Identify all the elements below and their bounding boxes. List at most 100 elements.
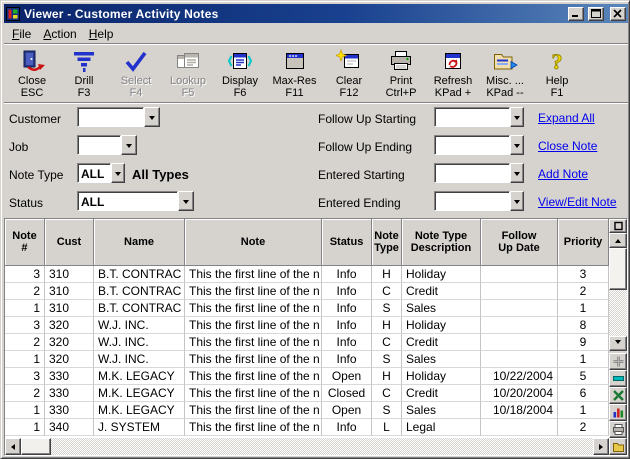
table-row[interactable]: 1310B.T. CONTRACThis the first line of t… xyxy=(5,300,609,317)
close-esc-button[interactable]: Close ESC xyxy=(6,46,58,101)
chevron-down-icon xyxy=(514,200,520,207)
entered-starting-dropdown-button[interactable] xyxy=(510,163,524,183)
grid-corner-button[interactable] xyxy=(609,219,627,233)
cell-name: B.T. CONTRAC xyxy=(94,283,185,300)
follow-up-ending-value[interactable] xyxy=(434,135,510,155)
cell-follow_up_date xyxy=(481,317,558,334)
cell-note_num: 3 xyxy=(5,368,45,385)
drill-f3-button[interactable]: Drill F3 xyxy=(58,46,110,101)
lookup-f5-button[interactable]: Lookup F5 xyxy=(162,46,214,101)
entered-starting-value[interactable] xyxy=(434,163,510,183)
misc-kpad-button[interactable]: Misc. ... KPad -- xyxy=(479,46,531,101)
cell-name: W.J. INC. xyxy=(94,334,185,351)
folder-button[interactable] xyxy=(609,438,627,455)
print-ctrlp-button[interactable]: Print Ctrl+P xyxy=(375,46,427,101)
column-header-follow_up_date[interactable]: Follow Up Date xyxy=(481,219,558,266)
cell-cust: 320 xyxy=(45,317,94,334)
export-excel-button[interactable] xyxy=(609,387,627,404)
minimize-button[interactable] xyxy=(568,7,584,21)
help-f1-button[interactable]: ? Help F1 xyxy=(531,46,583,101)
cell-status: Open xyxy=(322,368,372,385)
follow-up-ending-dropdown-button[interactable] xyxy=(510,135,524,155)
follow-up-starting-value[interactable] xyxy=(434,107,510,127)
cell-status: Info xyxy=(322,419,372,436)
scroll-down-button[interactable] xyxy=(609,336,627,351)
customer-dropdown-button[interactable] xyxy=(144,107,160,127)
adjust-button[interactable] xyxy=(609,353,627,370)
job-value[interactable] xyxy=(77,135,121,155)
max-res-window-icon xyxy=(282,48,308,75)
scroll-up-button[interactable] xyxy=(609,233,627,248)
toolbar: Close ESC Drill F3 Select F4 Lookup F5 xyxy=(4,43,628,103)
vertical-scroll-thumb[interactable] xyxy=(609,248,627,290)
note-type-value[interactable]: ALL xyxy=(77,163,111,183)
cell-follow_up_date: 10/22/2004 xyxy=(481,368,558,385)
column-header-note[interactable]: Note xyxy=(185,219,322,266)
table-row[interactable]: 3320W.J. INC.This the first line of the … xyxy=(5,317,609,334)
display-f6-button[interactable]: Display F6 xyxy=(214,46,266,101)
column-header-status[interactable]: Status xyxy=(322,219,372,266)
select-f4-button[interactable]: Select F4 xyxy=(110,46,162,101)
collapse-button[interactable] xyxy=(609,370,627,387)
entered-ending-dropdown-button[interactable] xyxy=(510,191,524,211)
menu-help[interactable]: Help xyxy=(83,25,120,43)
note-type-dropdown-button[interactable] xyxy=(111,163,125,183)
cell-note_num: 2 xyxy=(5,334,45,351)
status-value[interactable]: ALL xyxy=(77,191,178,211)
scroll-left-button[interactable] xyxy=(5,438,21,455)
chevron-down-icon xyxy=(149,116,155,123)
misc-folder-icon xyxy=(492,48,518,75)
maximize-button[interactable] xyxy=(588,7,604,21)
note-type-label: Note Type xyxy=(9,168,63,182)
column-header-priority[interactable]: Priority xyxy=(558,219,609,266)
column-header-note_type_desc[interactable]: Note Type Description xyxy=(402,219,481,266)
scroll-right-button[interactable] xyxy=(593,438,609,455)
table-row[interactable]: 1340J. SYSTEMThis the first line of the … xyxy=(5,419,609,436)
table-row[interactable]: 3330M.K. LEGACYThis the first line of th… xyxy=(5,368,609,385)
close-button[interactable] xyxy=(610,7,626,21)
clear-f12-button[interactable]: Clear F12 xyxy=(323,46,375,101)
menu-action[interactable]: Action xyxy=(37,25,82,43)
column-header-note_type[interactable]: Note Type xyxy=(372,219,402,266)
view-edit-note-link[interactable]: View/Edit Note xyxy=(538,195,617,209)
add-note-link[interactable]: Add Note xyxy=(538,167,588,181)
cell-priority: 2 xyxy=(558,419,609,436)
menu-file[interactable]: File xyxy=(6,25,37,43)
horizontal-scroll-track[interactable] xyxy=(51,438,593,455)
close-note-link[interactable]: Close Note xyxy=(538,139,597,153)
status-dropdown-button[interactable] xyxy=(178,191,194,211)
vertical-scrollbar-strip xyxy=(609,219,627,455)
table-row[interactable]: 3310B.T. CONTRACThis the first line of t… xyxy=(5,266,609,283)
expand-all-link[interactable]: Expand All xyxy=(538,111,595,125)
cell-name: B.T. CONTRAC xyxy=(94,266,185,283)
entered-ending-value[interactable] xyxy=(434,191,510,211)
column-header-name[interactable]: Name xyxy=(94,219,185,266)
vertical-scroll-track[interactable] xyxy=(609,290,627,336)
cell-status: Info xyxy=(322,300,372,317)
customer-value[interactable] xyxy=(77,107,144,127)
menu-bar: File Action Help xyxy=(4,24,628,43)
lookup-windows-icon xyxy=(175,48,201,75)
cell-note: This the first line of the n xyxy=(185,402,322,419)
cell-note_num: 1 xyxy=(5,300,45,317)
cell-note_num: 1 xyxy=(5,402,45,419)
chart-button[interactable] xyxy=(609,404,627,421)
table-row[interactable]: 2330M.K. LEGACYThis the first line of th… xyxy=(5,385,609,402)
table-row[interactable]: 2310B.T. CONTRACThis the first line of t… xyxy=(5,283,609,300)
follow-up-starting-dropdown-button[interactable] xyxy=(510,107,524,127)
note-type-combo: ALL xyxy=(77,163,125,183)
cell-name: M.K. LEGACY xyxy=(94,385,185,402)
job-dropdown-button[interactable] xyxy=(121,135,137,155)
max-res-f11-button[interactable]: Max-Res F11 xyxy=(266,46,323,101)
cell-name: B.T. CONTRAC xyxy=(94,300,185,317)
column-header-note_num[interactable]: Note # xyxy=(5,219,45,266)
table-row[interactable]: 2320W.J. INC.This the first line of the … xyxy=(5,334,609,351)
column-header-cust[interactable]: Cust xyxy=(45,219,94,266)
table-row[interactable]: 1330M.K. LEGACYThis the first line of th… xyxy=(5,402,609,419)
print-grid-button[interactable] xyxy=(609,421,627,438)
table-row[interactable]: 1320W.J. INC.This the first line of the … xyxy=(5,351,609,368)
cell-follow_up_date xyxy=(481,266,558,283)
cell-note: This the first line of the n xyxy=(185,283,322,300)
refresh-kpad-button[interactable]: Refresh KPad + xyxy=(427,46,479,101)
horizontal-scroll-thumb[interactable] xyxy=(21,438,51,455)
